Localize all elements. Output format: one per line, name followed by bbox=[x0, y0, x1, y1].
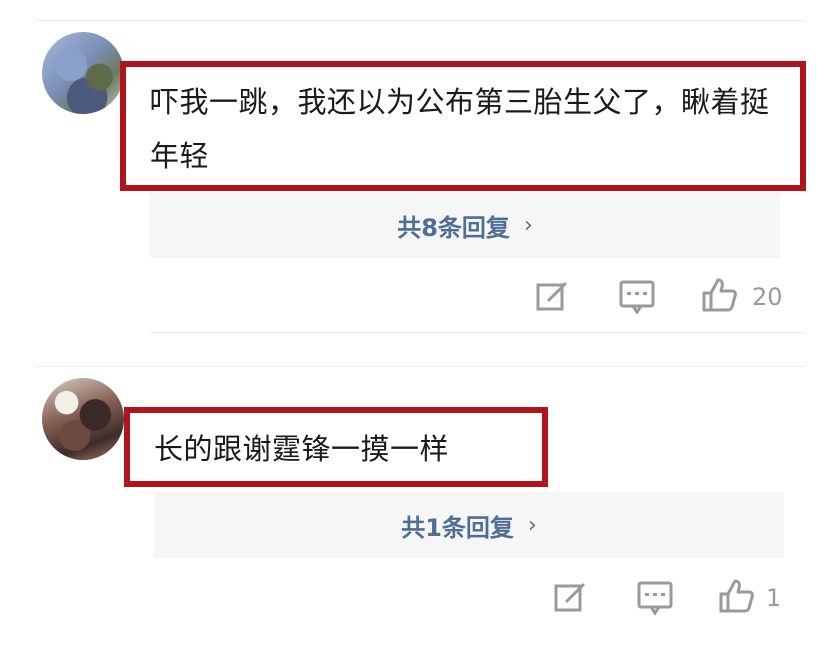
danmaku-icon[interactable] bbox=[619, 279, 655, 315]
comment-text: 吓我一跳，我还以为公布第三胎生父了，瞅着挺年轻 bbox=[150, 85, 770, 173]
replies-label: 共8条回复 bbox=[397, 213, 510, 242]
edit-icon[interactable] bbox=[536, 281, 570, 313]
avatar[interactable] bbox=[42, 378, 124, 460]
section-divider bbox=[36, 366, 806, 367]
chevron-right-icon: › bbox=[527, 512, 537, 538]
section-divider bbox=[150, 332, 806, 333]
comment-text: 长的跟谢霆锋一摸一样 bbox=[154, 432, 450, 466]
top-divider bbox=[36, 20, 806, 21]
comment-highlight-box: 长的跟谢霆锋一摸一样 bbox=[124, 407, 548, 487]
thumbs-up-icon[interactable] bbox=[700, 276, 738, 314]
danmaku-icon[interactable] bbox=[637, 580, 673, 616]
comment-feed: 吓我一跳，我还以为公布第三胎生父了，瞅着挺年轻 共8条回复 › 20 长的跟谢霆… bbox=[0, 0, 826, 658]
avatar[interactable] bbox=[42, 32, 124, 114]
view-replies-button[interactable]: 共8条回复 › bbox=[150, 192, 780, 258]
thumbs-up-icon[interactable] bbox=[717, 577, 755, 615]
comment-highlight-box: 吓我一跳，我还以为公布第三胎生父了，瞅着挺年轻 bbox=[120, 61, 806, 191]
chevron-right-icon: › bbox=[523, 212, 533, 238]
replies-label: 共1条回复 bbox=[401, 513, 514, 542]
like-count: 20 bbox=[752, 283, 783, 311]
like-count: 1 bbox=[766, 584, 782, 612]
edit-icon[interactable] bbox=[554, 582, 588, 614]
view-replies-button[interactable]: 共1条回复 › bbox=[154, 492, 784, 558]
